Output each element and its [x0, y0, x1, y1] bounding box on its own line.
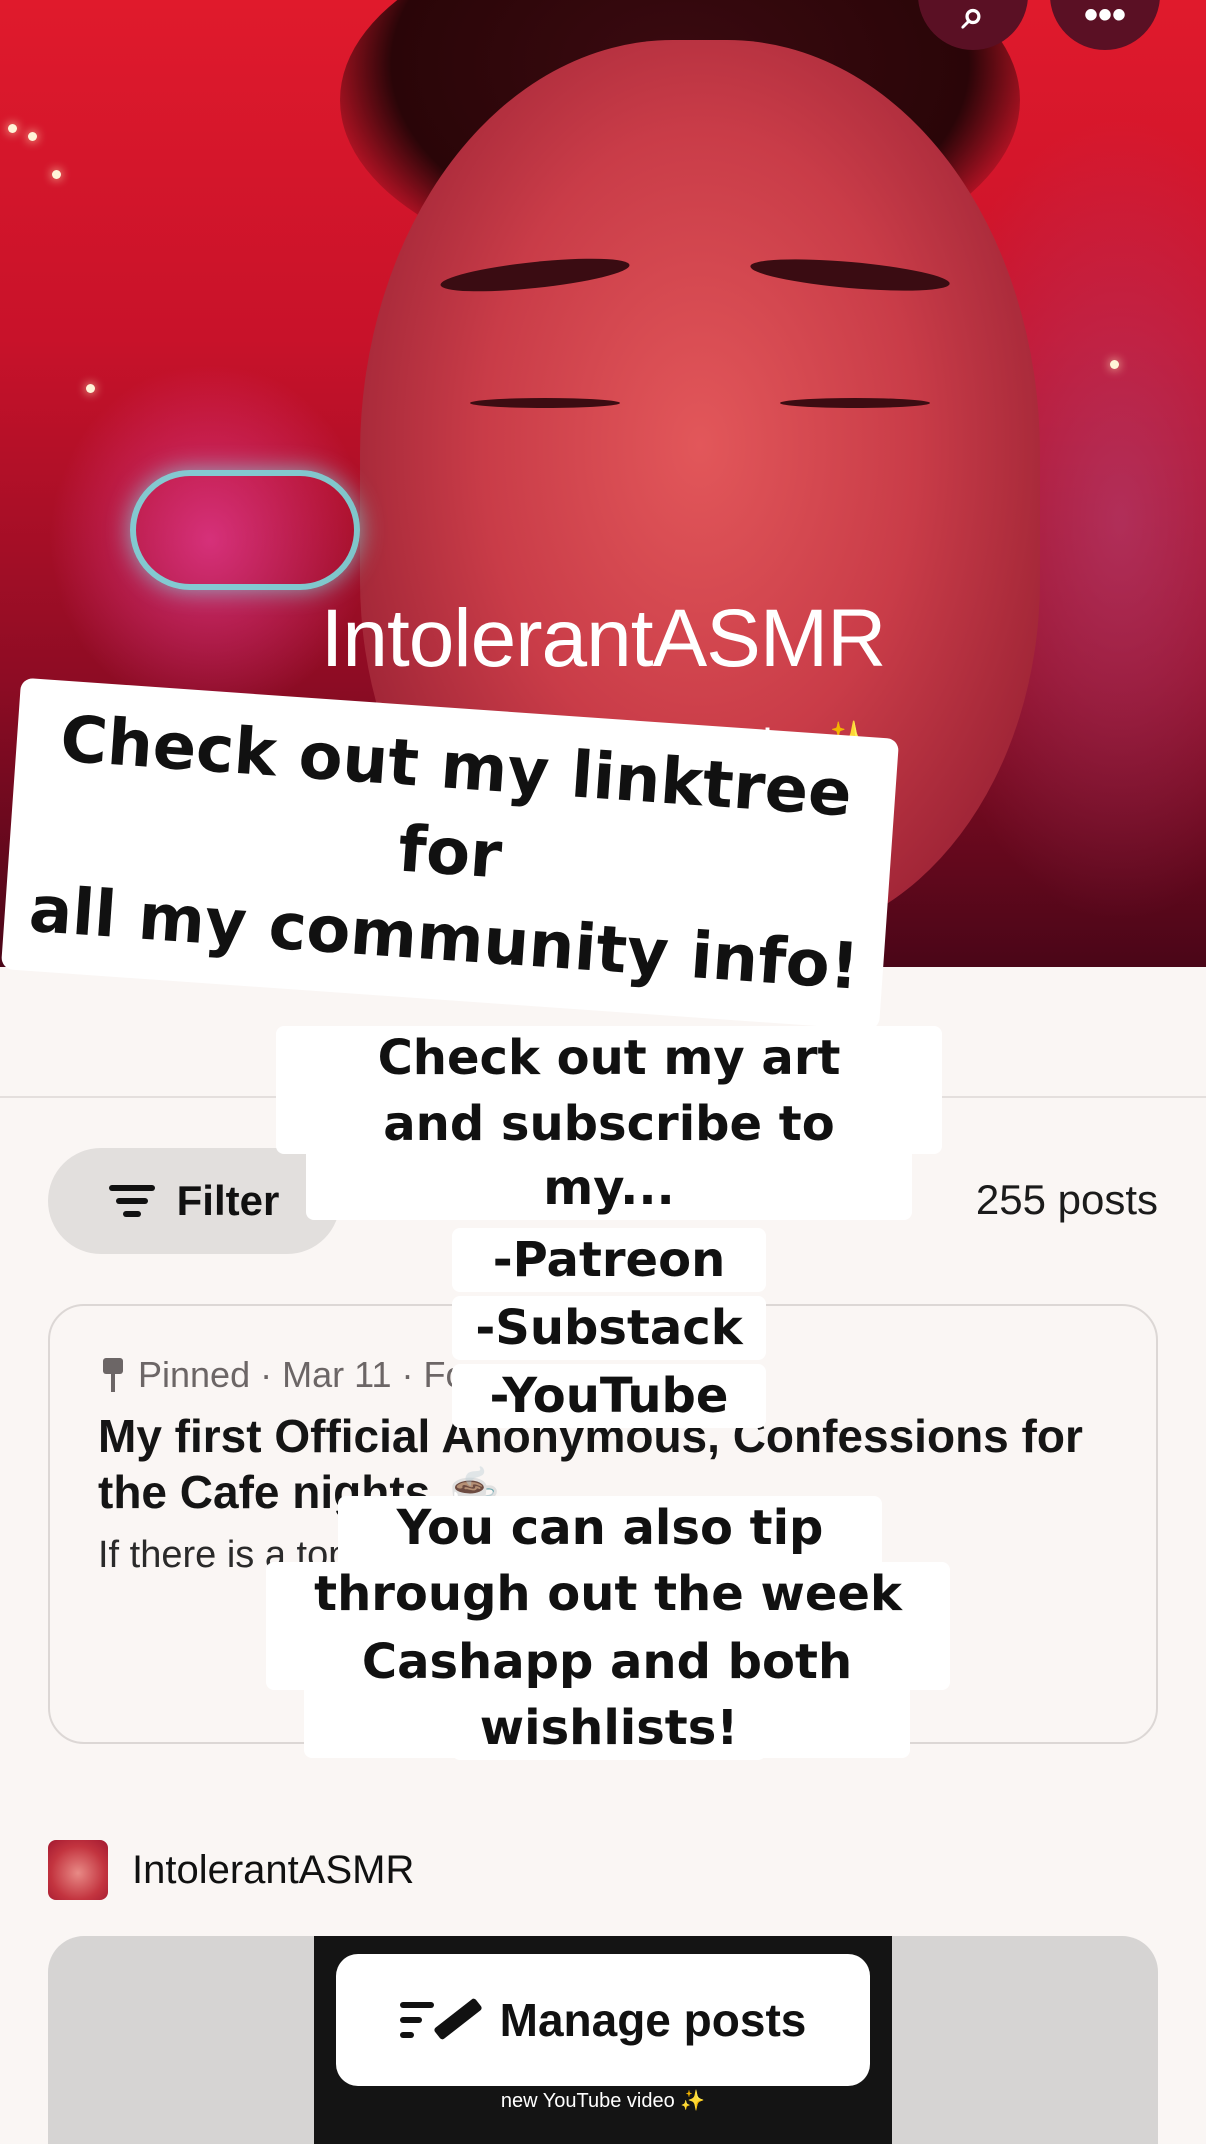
fairy-light: [8, 124, 17, 133]
author-name: IntolerantASMR: [132, 1847, 415, 1892]
avatar: [48, 1840, 108, 1900]
more-icon: •••: [1083, 0, 1126, 37]
caption-art-line2: and subscribe to my...: [306, 1092, 912, 1220]
post-author-row[interactable]: IntolerantASMR: [48, 1840, 414, 1900]
filter-icon: [108, 1183, 155, 1219]
fairy-light: [1110, 360, 1119, 369]
manage-posts-button[interactable]: Manage posts: [336, 1954, 870, 2086]
pin-icon: [100, 1358, 126, 1392]
pinned-meta-text: Pinned · Mar 11 · Fo: [138, 1354, 466, 1395]
video-caption: new YouTube video ✨: [500, 2090, 706, 2112]
cover-eye-left: [470, 398, 620, 408]
edit-list-icon: [399, 1997, 483, 2042]
fairy-light: [28, 132, 37, 141]
profile-name: IntolerantASMR: [320, 593, 887, 684]
fairy-light: [52, 170, 61, 179]
filter-label: Filter: [176, 1177, 280, 1224]
caption-linktree: Check out my linktree for all my communi…: [0, 677, 900, 1031]
more-button[interactable]: •••: [1050, 0, 1160, 50]
post-count: 255 posts: [975, 1176, 1158, 1223]
cover-eye-right: [780, 398, 930, 408]
caption-platform-youtube: -YouTube: [452, 1364, 766, 1428]
caption-platform-substack: -Substack: [452, 1296, 766, 1360]
filter-button[interactable]: Filter: [48, 1148, 340, 1254]
fairy-light: [86, 384, 95, 393]
caption-tips-line4: wishlists!: [452, 1696, 766, 1760]
neon-sign: [130, 470, 360, 590]
pinned-post-meta: Pinned · Mar 11 · Fo: [100, 1354, 465, 1396]
caption-platform-patreon: -Patreon: [452, 1228, 766, 1292]
manage-posts-label: Manage posts: [499, 1994, 807, 2046]
search-icon: ⌕: [961, 0, 985, 37]
